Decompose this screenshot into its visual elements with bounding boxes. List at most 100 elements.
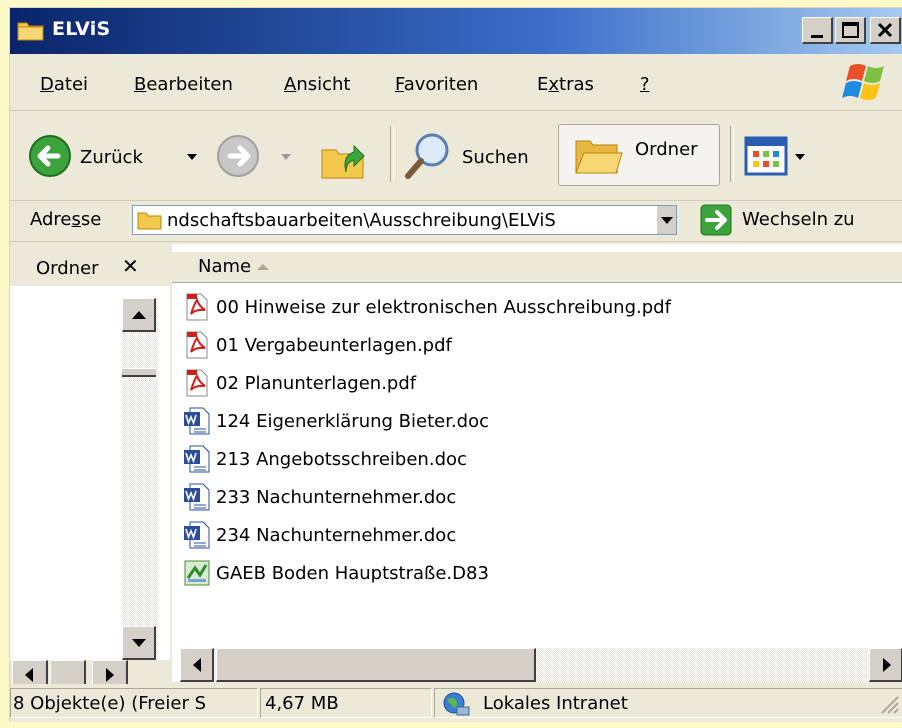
view-grid-icon [744,136,788,176]
close-icon[interactable]: ✕ [122,254,139,278]
forward-button[interactable] [214,122,294,192]
forward-arrow-icon [217,135,259,177]
menu-datei[interactable]: Datei [40,74,88,95]
address-input[interactable]: ndschaftsbauarbeiten\Ausschreibung\ELViS [132,205,677,235]
file-name: 00 Hinweise zur elektronischen Ausschrei… [216,296,671,318]
chevron-down-icon[interactable] [794,152,806,162]
menu-favoriten[interactable]: Favoriten [395,74,478,95]
pdf-icon [186,293,208,321]
back-label: Zurück [80,147,143,168]
folders-label: Ordner [635,139,698,160]
go-arrow-icon [700,204,732,236]
close-button[interactable] [870,17,901,44]
intranet-globe-icon [443,692,470,716]
file-name: 213 Angebotsschreiben.doc [216,448,467,470]
menu-ansicht[interactable]: Ansicht [284,74,350,95]
status-zone-text: Lokales Intranet [483,693,628,714]
word-doc-icon [184,407,210,435]
word-doc-icon [184,445,210,473]
scroll-down-button[interactable] [122,626,156,660]
windows-logo-icon [842,64,884,100]
views-button[interactable] [744,122,814,192]
resize-grip-icon[interactable] [876,691,900,715]
toolbar-separator [390,126,394,182]
arrow-up-icon [132,311,146,319]
menu-help[interactable]: ? [640,74,650,95]
address-dropdown-button[interactable] [656,206,676,234]
scroll-up-button[interactable] [122,298,156,332]
folder-open-icon [575,140,623,174]
maximize-icon [842,22,859,38]
list-item[interactable]: 00 Hinweise zur elektronischen Ausschrei… [182,288,671,326]
list-item[interactable]: 01 Vergabeunterlagen.pdf [182,326,671,364]
status-size: 4,67 MB [260,688,432,718]
folders-pane-header: Ordner ✕ [10,244,170,286]
column-name-label: Name [198,256,252,277]
arrow-down-icon [132,639,146,647]
chevron-down-icon[interactable] [186,152,198,162]
search-icon [405,133,449,179]
folder-icon [17,22,44,41]
menu-bar: Datei Bearbeiten Ansicht Favoriten Extra… [10,56,902,111]
minimize-icon [811,35,823,38]
list-item[interactable]: 213 Angebotsschreiben.doc [182,440,671,478]
chevron-down-icon[interactable] [280,152,292,162]
list-item[interactable]: GAEB Boden Hauptstraße.D83 [182,554,671,592]
address-value: ndschaftsbauarbeiten\Ausschreibung\ELViS [167,210,556,231]
word-doc-icon [184,521,210,549]
file-name: 02 Planunterlagen.pdf [216,372,417,394]
search-label: Suchen [462,147,529,168]
address-bar: Adresse ndschaftsbauarbeiten\Ausschreibu… [10,201,902,242]
folders-pane: Ordner ✕ [10,244,172,690]
pdf-icon [186,369,208,397]
status-objects: 8 Objekte(e) (Freier S [10,688,258,718]
pdf-icon [186,331,208,359]
status-size-text: 4,67 MB [265,693,339,714]
back-arrow-icon [29,135,71,177]
status-objects-text: 8 Objekte(e) (Freier S [13,693,207,714]
scroll-thumb[interactable] [122,368,156,377]
list-item[interactable]: 234 Nachunternehmer.doc [182,516,671,554]
chevron-down-icon [661,217,673,224]
scroll-left-button[interactable] [180,648,214,682]
file-list-pane: Name 00 Hinweise zur elektronischen Auss… [172,244,902,682]
list-item[interactable]: 233 Nachunternehmer.doc [182,478,671,516]
file-name: GAEB Boden Hauptstraße.D83 [216,562,489,584]
up-folder-button[interactable] [318,122,378,192]
status-bar: 8 Objekte(e) (Freier S 4,67 MB Lokales I… [10,684,902,722]
file-name: 124 Eigenerklärung Bieter.doc [216,410,490,432]
toolbar: Zurück Suchen Ordner [10,112,902,201]
folder-icon [137,212,162,230]
arrow-left-icon [193,658,201,672]
folders-button[interactable]: Ordner [558,124,720,186]
explorer-window: ELViS Datei Bearbeiten Ansicht Favoriten… [9,7,902,722]
status-zone: Lokales Intranet [434,688,902,718]
search-button[interactable]: Suchen [402,122,552,192]
maximize-button[interactable] [835,17,866,44]
list-item[interactable]: 02 Planunterlagen.pdf [182,364,671,402]
horizontal-scrollbar[interactable] [180,648,902,682]
file-name: 233 Nachunternehmer.doc [216,486,457,508]
address-label: Adresse [30,209,102,230]
scroll-right-button[interactable] [869,648,902,682]
minimize-button[interactable] [802,17,833,44]
menu-extras[interactable]: Extras [537,74,594,95]
menu-bearbeiten[interactable]: Bearbeiten [134,74,233,95]
toolbar-separator [730,126,734,182]
window-title: ELViS [52,18,111,40]
go-label: Wechseln zu [742,209,855,230]
close-icon [877,22,893,38]
vertical-scrollbar[interactable] [122,298,158,660]
column-header-name[interactable]: Name [172,252,902,283]
folder-up-icon [321,144,365,179]
file-list: 00 Hinweise zur elektronischen Ausschrei… [182,288,671,592]
back-button[interactable]: Zurück [26,122,197,192]
file-name: 234 Nachunternehmer.doc [216,524,457,546]
arrow-right-icon [883,658,891,672]
list-item[interactable]: 124 Eigenerklärung Bieter.doc [182,402,671,440]
folders-pane-title: Ordner [36,258,99,279]
scroll-thumb[interactable] [216,648,536,682]
file-name: 01 Vergabeunterlagen.pdf [216,334,452,356]
word-doc-icon [184,483,210,511]
title-bar[interactable]: ELViS [10,8,902,54]
